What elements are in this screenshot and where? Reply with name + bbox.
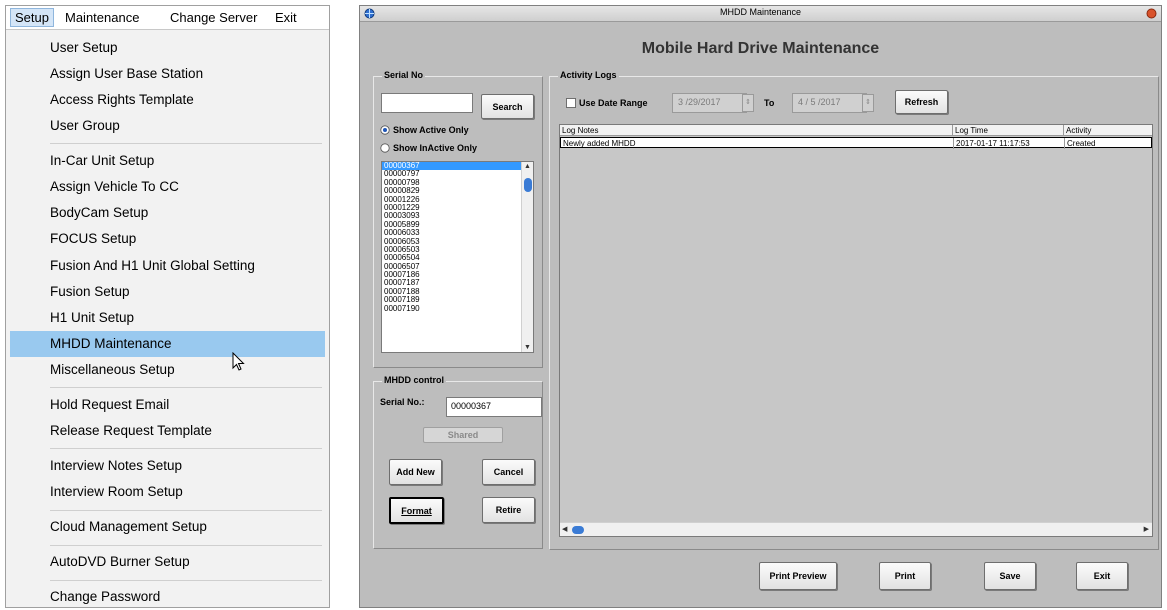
serial-list[interactable]: 00000367 00000797 00000798 00000829 00001226… [381,161,534,353]
menu-item-release-request-template[interactable]: Release Request Template [10,418,325,444]
menu-item-user-setup[interactable]: User Setup [10,35,325,61]
serial-no-label: Serial No.: [380,397,425,407]
add-new-button[interactable]: Add New [389,459,442,485]
table-row[interactable]: Newly added MHDD 2017-01-17 11:17:53 Cre… [560,137,1152,149]
date-to-field[interactable]: 4 / 5 /2017 [792,93,867,113]
serial-search-input[interactable] [381,93,473,113]
date-from-spinner-icon[interactable]: ⇕ [742,94,754,112]
menu-item-focus-setup[interactable]: FOCUS Setup [10,226,325,252]
menu-item-h1-unit-setup[interactable]: H1 Unit Setup [10,305,325,331]
close-icon[interactable] [1146,8,1157,19]
cell-log-notes: Newly added MHDD [561,138,954,149]
table-header: Log Notes Log Time Activity [560,125,1152,136]
retire-button[interactable]: Retire [482,497,535,523]
menu-item-hold-request-email[interactable]: Hold Request Email [10,392,325,418]
mhdd-control-legend: MHDD control [382,375,446,385]
menu-item-interview-notes-setup[interactable]: Interview Notes Setup [10,453,325,479]
menu-item-assign-vehicle-to-cc[interactable]: Assign Vehicle To CC [10,174,325,200]
save-button[interactable]: Save [984,562,1036,590]
serial-no-field[interactable]: 00000367 [446,397,542,417]
title-bar: MHDD Maintenance [360,6,1161,22]
menu-item-access-rights-template[interactable]: Access Rights Template [10,87,325,113]
activity-log-table[interactable]: Log Notes Log Time Activity Newly added … [559,124,1153,537]
activity-logs-legend: Activity Logs [558,70,619,80]
cell-activity: Created [1067,139,1096,148]
mhdd-control-group: MHDD control Serial No.: 00000367 Shared… [373,375,543,549]
scroll-right-icon[interactable]: ▶ [1144,525,1149,533]
checkbox-unchecked-icon [566,98,576,108]
use-date-range-label: Use Date Range [579,98,648,108]
table-horizontal-scrollbar[interactable]: ◀ ▶ [560,522,1152,536]
shared-button[interactable]: Shared [423,427,503,443]
serial-list-scrollbar[interactable]: ▲ ▼ [521,162,533,352]
menu-change-server[interactable]: Change Server [166,10,261,25]
menu-separator [50,510,322,511]
col-log-notes[interactable]: Log Notes [560,125,953,136]
menu-separator [50,143,322,144]
radio-checked-icon [380,125,390,135]
mhdd-maintenance-window: MHDD Maintenance Mobile Hard Drive Maint… [359,5,1162,608]
scroll-thumb[interactable] [524,178,532,192]
serial-list-items: 00000367 00000797 00000798 00000829 00001226… [382,162,533,313]
scroll-up-icon[interactable]: ▲ [524,163,531,170]
menu-setup[interactable]: Setup [10,8,54,27]
menu-exit[interactable]: Exit [271,10,301,25]
date-to-spinner-icon[interactable]: ⇕ [862,94,874,112]
menu-maintenance[interactable]: Maintenance [61,10,143,25]
horizontal-scroll-thumb[interactable] [572,526,584,534]
col-log-time[interactable]: Log Time [953,125,1064,136]
menu-item-user-group[interactable]: User Group [10,113,325,139]
menu-separator [50,448,322,449]
radio-unchecked-icon [380,143,390,153]
menu-item-assign-user-base-station[interactable]: Assign User Base Station [10,61,325,87]
activity-logs-group: Activity Logs Use Date Range 3 /29/2017 … [549,70,1159,550]
setup-menu-panel: Setup Maintenance Change Server Exit Use… [5,5,330,608]
use-date-range-checkbox[interactable]: Use Date Range [566,98,648,108]
serial-no-group: Serial No Search Show Active Only Show I… [373,70,543,368]
show-inactive-only-radio[interactable]: Show InActive Only [380,143,477,153]
menu-item-in-car-unit-setup[interactable]: In-Car Unit Setup [10,148,325,174]
menu-item-fusion-h1-global-setting[interactable]: Fusion And H1 Unit Global Setting [10,253,325,279]
menu-item-bodycam-setup[interactable]: BodyCam Setup [10,200,325,226]
date-from-field[interactable]: 3 /29/2017 [672,93,747,113]
menu-item-change-password[interactable]: Change Password [10,584,325,610]
menu-separator [50,580,322,581]
search-button[interactable]: Search [481,94,534,119]
cancel-button[interactable]: Cancel [482,459,535,485]
menu-item-fusion-setup[interactable]: Fusion Setup [10,279,325,305]
format-button-label: Format [401,505,432,516]
mouse-pointer-icon [232,352,245,371]
menu-bar: Setup Maintenance Change Server Exit [6,6,329,30]
print-preview-button[interactable]: Print Preview [759,562,837,590]
serial-no-legend: Serial No [382,70,426,80]
page-heading: Mobile Hard Drive Maintenance [641,40,880,57]
menu-separator [50,387,322,388]
show-inactive-only-label: Show InActive Only [393,143,478,153]
show-active-only-label: Show Active Only [393,125,469,135]
show-active-only-radio[interactable]: Show Active Only [380,125,469,135]
menu-item-cloud-management-setup[interactable]: Cloud Management Setup [10,514,325,540]
exit-button[interactable]: Exit [1076,562,1128,590]
menu-separator [50,545,322,546]
col-activity[interactable]: Activity [1064,125,1152,136]
menu-item-autodvd-burner-setup[interactable]: AutoDVD Burner Setup [10,549,325,575]
menu-item-interview-room-setup[interactable]: Interview Room Setup [10,479,325,505]
window-title: MHDD Maintenance [719,7,802,17]
to-label: To [764,98,775,108]
list-item[interactable]: 00007190 [382,304,533,313]
scroll-down-icon[interactable]: ▼ [524,344,531,351]
refresh-button[interactable]: Refresh [895,90,948,114]
print-button[interactable]: Print [879,562,931,590]
format-button[interactable]: Format [389,497,444,524]
scroll-left-icon[interactable]: ◀ [562,525,567,533]
menu-item-miscellaneous-setup[interactable]: Miscellaneous Setup [10,357,325,383]
cell-log-time: 2017-01-17 11:17:53 [954,138,1065,149]
menu-item-mhdd-maintenance[interactable]: MHDD Maintenance [10,331,325,357]
